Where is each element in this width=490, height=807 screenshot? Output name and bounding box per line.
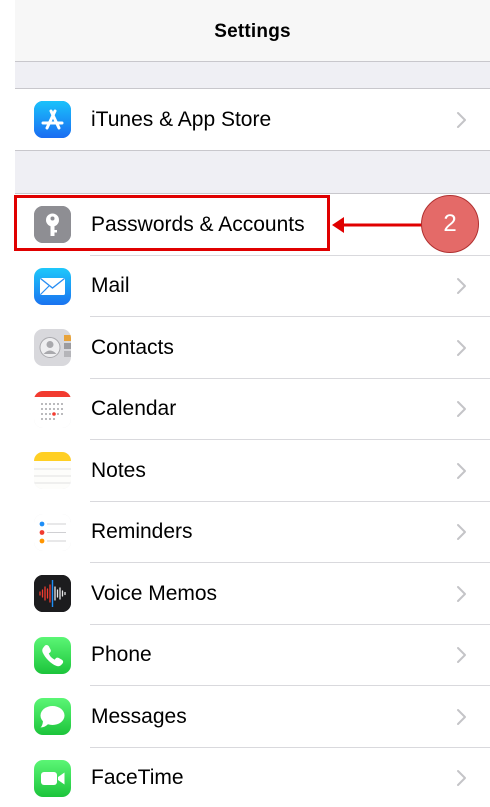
- chevron-right-icon: [457, 462, 466, 479]
- settings-row-label: Contacts: [91, 335, 174, 359]
- chevron-right-icon: [457, 647, 466, 664]
- settings-row-notes[interactable]: Notes: [15, 440, 490, 502]
- step-number-badge: 2: [421, 195, 479, 253]
- section-gap: [15, 62, 490, 89]
- settings-screen: Settings iTunes & App Store Passwords & …: [15, 0, 490, 807]
- voice-memos-icon: [34, 575, 71, 613]
- settings-row-calendar[interactable]: Calendar: [15, 379, 490, 440]
- settings-row-label: Mail: [91, 274, 130, 298]
- annotation-arrow-icon: [332, 217, 426, 233]
- messages-icon: [34, 698, 71, 736]
- settings-row-label: Calendar: [91, 397, 177, 421]
- settings-row-reminders[interactable]: Reminders: [15, 502, 490, 563]
- chevron-right-icon: [457, 708, 466, 725]
- navigation-bar: Settings: [15, 0, 490, 62]
- settings-row-messages[interactable]: Messages: [15, 686, 490, 748]
- settings-row-label: Phone: [91, 643, 152, 667]
- reminders-icon: [34, 513, 71, 551]
- settings-row-contacts[interactable]: Contacts: [15, 317, 490, 379]
- section-gap: [15, 151, 490, 194]
- settings-group-apps: Passwords & Accounts Mail Contacts Calen…: [15, 193, 490, 807]
- settings-row-phone[interactable]: Phone: [15, 625, 490, 686]
- contacts-icon: [34, 329, 71, 367]
- chevron-right-icon: [457, 339, 466, 356]
- settings-row-label: Messages: [91, 704, 187, 728]
- chevron-right-icon: [457, 278, 466, 295]
- phone-icon: [34, 636, 71, 674]
- settings-row-facetime[interactable]: FaceTime: [15, 748, 490, 807]
- highlight-box: [14, 195, 330, 251]
- app-store-icon: [34, 101, 71, 139]
- mail-icon: [34, 267, 71, 305]
- notes-icon: [34, 452, 71, 490]
- chevron-right-icon: [457, 111, 466, 128]
- chevron-right-icon: [457, 770, 466, 787]
- settings-row-voice-memos[interactable]: Voice Memos: [15, 563, 490, 625]
- chevron-right-icon: [457, 524, 466, 541]
- settings-row-label: Reminders: [91, 520, 193, 544]
- settings-row-label: FaceTime: [91, 766, 184, 790]
- page-title: Settings: [214, 21, 291, 42]
- settings-row-label: Notes: [91, 458, 146, 482]
- settings-row-label: iTunes & App Store: [91, 107, 272, 131]
- settings-row-itunes-app-store[interactable]: iTunes & App Store: [15, 89, 490, 151]
- settings-row-mail[interactable]: Mail: [15, 256, 490, 317]
- facetime-icon: [34, 759, 71, 797]
- calendar-icon: [34, 390, 71, 428]
- chevron-right-icon: [457, 585, 466, 602]
- chevron-right-icon: [457, 401, 466, 418]
- settings-row-label: Voice Memos: [91, 581, 218, 605]
- settings-group-store: iTunes & App Store: [15, 88, 490, 151]
